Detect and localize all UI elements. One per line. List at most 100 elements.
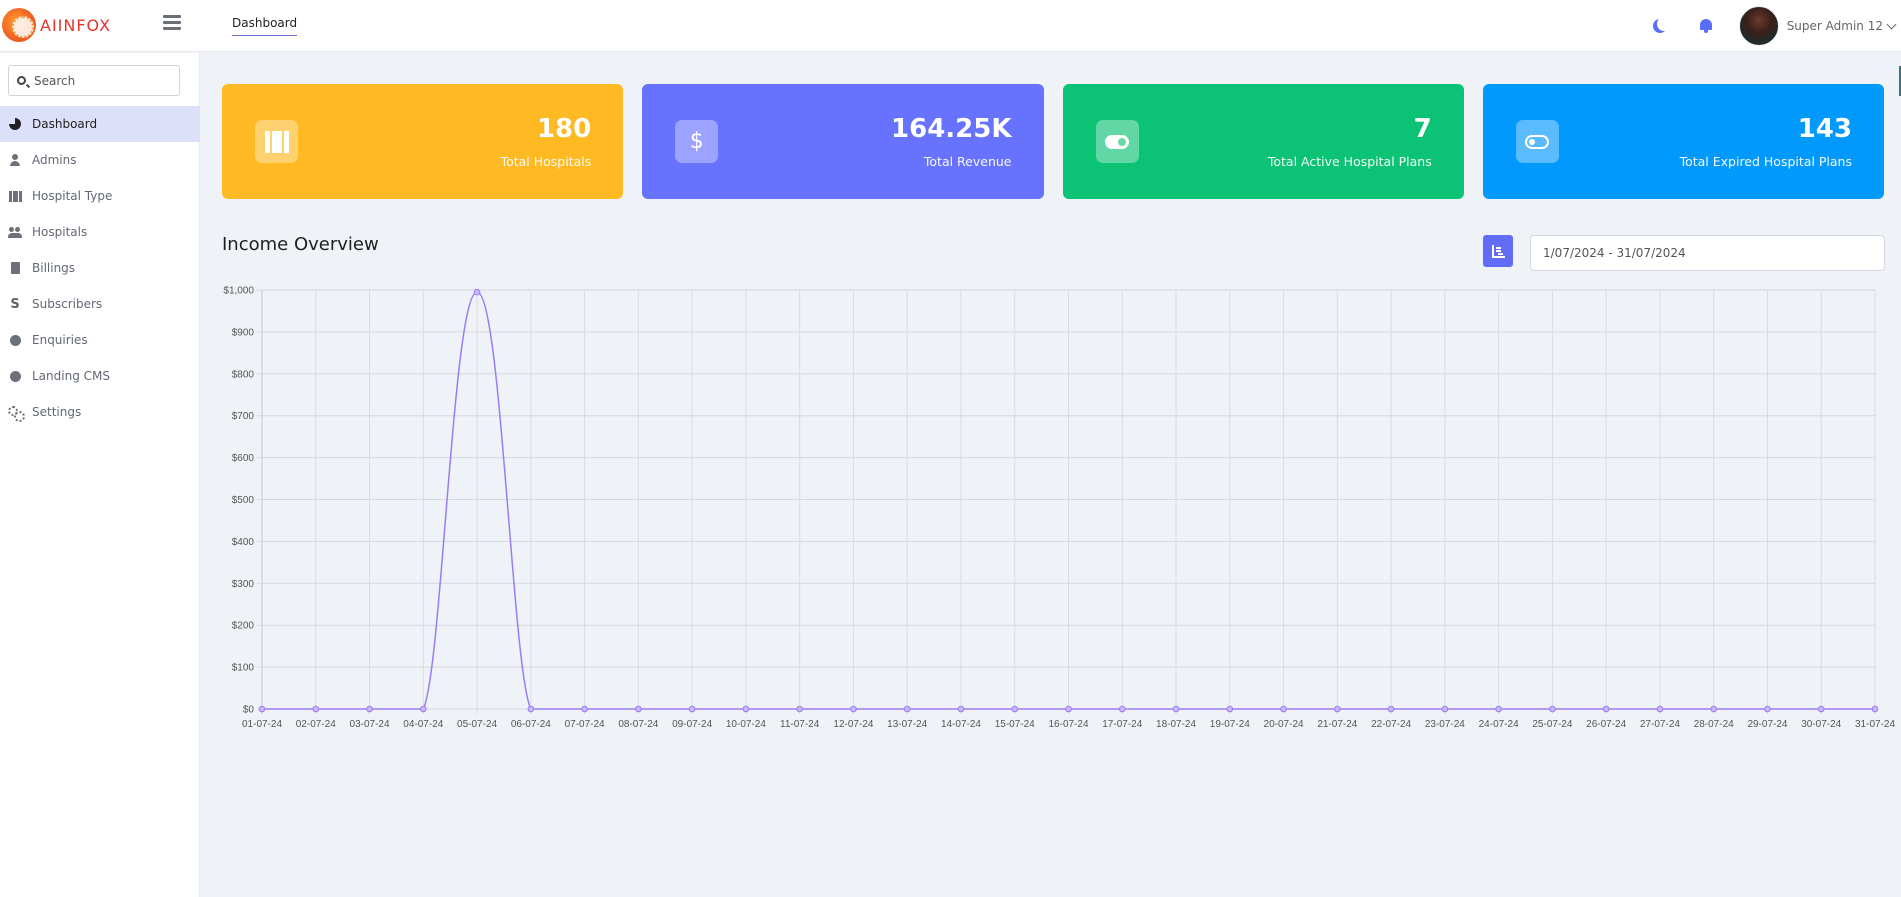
sidebar-item-enquiries[interactable]: Enquiries [0, 322, 200, 358]
pie-chart-icon [8, 117, 22, 131]
moon-icon[interactable] [1657, 17, 1671, 31]
data-point [527, 705, 535, 713]
sidebar-item-hospitals[interactable]: Hospitals [0, 214, 200, 250]
y-tick-label: $200 [232, 621, 255, 632]
card-value: 164.25K [891, 114, 1012, 144]
x-tick-label: 01-07-24 [242, 719, 282, 730]
data-point [688, 705, 696, 713]
card-label: Total Active Hospital Plans [1267, 154, 1432, 169]
sidebar-item-label: Dashboard [32, 117, 98, 131]
data-point [1549, 705, 1556, 713]
sidebar-item-label: Admins [32, 153, 77, 167]
card-label: Total Expired Hospital Plans [1679, 154, 1852, 169]
chart-type-button[interactable] [1483, 235, 1513, 267]
card-value: 7 [1413, 114, 1432, 144]
tab-dashboard[interactable]: Dashboard [232, 16, 298, 36]
data-point [1011, 705, 1019, 713]
sidebar-item-label: Hospital Type [32, 189, 113, 203]
building-icon [8, 189, 22, 203]
income-chart: $0 $100 $200 $300 $400 $500 $600 $700 $800 $900 $1… [215, 280, 1895, 740]
date-range-input[interactable] [1530, 235, 1885, 271]
y-tick-label: $500 [232, 495, 255, 506]
data-point [635, 705, 642, 713]
sidebar-nav: Dashboard Admins Hospital Type Hospitals… [0, 106, 200, 430]
sidebar-item-label: Billings [32, 261, 76, 275]
sidebar-item-hospital-type[interactable]: Hospital Type [0, 178, 200, 214]
file-invoice-icon [8, 261, 22, 275]
fox-logo-icon [2, 8, 36, 42]
x-tick-label: 19-07-24 [1210, 719, 1250, 730]
card-label: Total Hospitals [500, 154, 592, 169]
data-point [366, 705, 373, 713]
data-point [258, 705, 266, 713]
sidebar-item-label: Enquiries [32, 333, 88, 347]
sidebar-item-billings[interactable]: Billings [0, 250, 200, 286]
y-tick-label: $300 [232, 579, 255, 590]
sidebar-item-subscribers[interactable]: S Subscribers [0, 286, 200, 322]
user-name[interactable]: Super Admin 12 [1787, 19, 1883, 33]
avatar[interactable] [1738, 6, 1779, 46]
x-tick-label: 20-07-24 [1264, 719, 1304, 730]
x-tick-label: 07-07-24 [565, 719, 605, 730]
x-tick-label: 18-07-24 [1156, 719, 1196, 730]
card-active-plans[interactable]: 7 Total Active Hospital Plans [1062, 84, 1464, 199]
search-input[interactable] [34, 73, 164, 88]
data-point [312, 705, 320, 713]
search-icon [17, 76, 26, 85]
x-tick-label: 15-07-24 [995, 719, 1035, 730]
card-value: 143 [1797, 114, 1852, 144]
data-point [1226, 705, 1234, 713]
data-point [420, 705, 427, 713]
data-point [742, 705, 750, 713]
x-tick-label: 31-07-24 [1855, 719, 1895, 730]
card-total-hospitals[interactable]: 180 Total Hospitals [222, 84, 624, 199]
data-point [1172, 705, 1180, 713]
x-tick-label: 21-07-24 [1317, 719, 1357, 730]
x-tick-label: 17-07-24 [1102, 719, 1142, 730]
x-tick-label: 24-07-24 [1479, 719, 1519, 730]
menu-toggle-icon[interactable] [163, 15, 181, 33]
chevron-down-icon[interactable] [1886, 19, 1897, 29]
bell-icon[interactable] [1699, 18, 1713, 34]
y-tick-label: $600 [232, 453, 255, 464]
y-tick-label: $400 [232, 537, 255, 548]
users-icon [8, 225, 22, 239]
chart-bar-icon [1491, 244, 1505, 258]
data-point [1710, 705, 1717, 713]
sidebar-item-admins[interactable]: Admins [0, 142, 200, 178]
sidebar-item-dashboard[interactable]: Dashboard [0, 106, 200, 142]
data-point [473, 288, 481, 296]
x-tick-label: 13-07-24 [887, 719, 927, 730]
sidebar-item-label: Settings [32, 405, 82, 419]
hospital-icon [255, 120, 298, 163]
x-tick-label: 08-07-24 [618, 719, 658, 730]
sidebar-search[interactable] [8, 65, 180, 96]
data-point [1764, 705, 1771, 713]
data-point [1118, 705, 1126, 713]
data-point [581, 705, 588, 713]
x-tick-label: 23-07-24 [1425, 719, 1465, 730]
card-expired-plans[interactable]: 143 Total Expired Hospital Plans [1482, 84, 1884, 199]
brand-logo[interactable]: AIINFOX [2, 6, 132, 44]
x-tick-label: 10-07-24 [726, 719, 766, 730]
card-value: 180 [536, 114, 592, 144]
x-tick-label: 04-07-24 [403, 719, 443, 730]
data-point [1656, 705, 1664, 713]
card-total-revenue[interactable]: $ 164.25K Total Revenue [642, 84, 1044, 199]
x-tick-label: 22-07-24 [1371, 719, 1411, 730]
data-point [957, 705, 965, 713]
data-point [1441, 705, 1449, 713]
toggle-on-icon [1095, 120, 1139, 163]
y-tick-label: $900 [232, 327, 255, 338]
data-point [796, 705, 803, 713]
section-title: Income Overview [222, 234, 379, 255]
sidebar-item-settings[interactable]: Settings [0, 394, 200, 430]
sidebar: Dashboard Admins Hospital Type Hospitals… [0, 53, 200, 897]
sidebar-item-landing-cms[interactable]: Landing CMS [0, 358, 200, 394]
x-tick-label: 02-07-24 [296, 719, 336, 730]
toggle-off-icon [1515, 120, 1559, 163]
y-tick-label: $700 [232, 411, 255, 422]
x-tick-label: 29-07-24 [1747, 719, 1787, 730]
gear-icon [8, 369, 22, 383]
data-point [1065, 705, 1072, 713]
